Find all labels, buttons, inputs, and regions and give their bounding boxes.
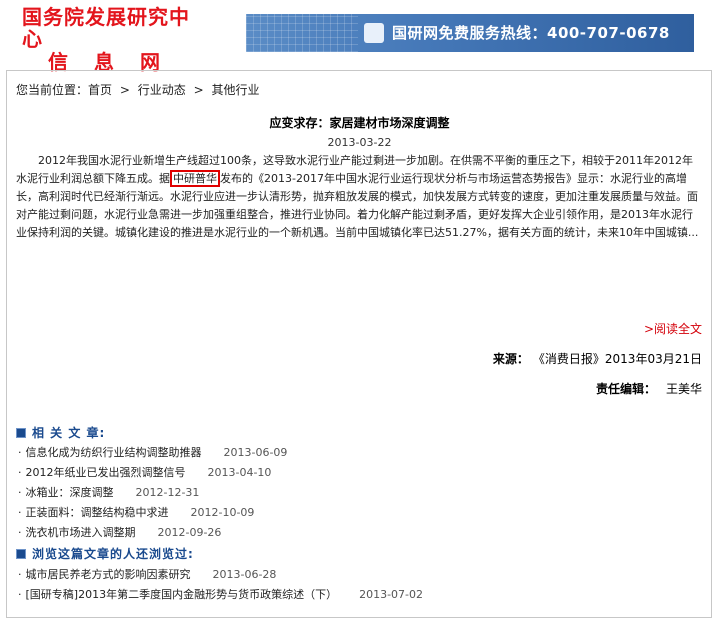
related-link[interactable]: 信息化成为纺织行业结构调整助推器 — [26, 446, 202, 459]
also-viewed-date: 2013-07-02 — [359, 588, 424, 601]
related-date: 2013-04-10 — [207, 466, 272, 479]
hotline-banner[interactable]: 国研网免费服务热线：400-707-0678 — [246, 14, 694, 52]
breadcrumb-home[interactable]: 您当前位置：首页 — [16, 83, 112, 97]
editor-value: 王美华 — [665, 382, 702, 396]
site-header: 国务院发展研究中心 信息网 国研网免费服务热线：400-707-0678 — [0, 0, 719, 74]
breadcrumb-separator: > — [193, 83, 204, 97]
site-logo[interactable]: 国务院发展研究中心 信息网 — [22, 6, 202, 74]
list-item[interactable]: · 信息化成为纺织行业结构调整助推器 2013-06-09 — [18, 444, 287, 460]
list-item[interactable]: · 正装面料：调整结构稳中求进 2012-10-09 — [18, 504, 254, 520]
also-viewed-date: 2013-06-28 — [212, 568, 277, 581]
breadcrumb: 您当前位置：首页 > 行业动态 > 其他行业 — [16, 81, 263, 98]
breadcrumb-separator: > — [119, 83, 130, 97]
breadcrumb-industry-news[interactable]: 行业动态 — [138, 83, 186, 97]
article-title: 应变求存：家居建材市场深度调整 — [269, 116, 450, 130]
banner-grid-decoration — [246, 14, 358, 52]
section-bullet-icon — [16, 427, 26, 438]
list-item[interactable]: · 城市居民养老方式的影响因素研究 2013-06-28 — [18, 566, 276, 582]
article-source: 来源： 《消费日报》2013年03月21日 — [493, 350, 702, 367]
related-date: 2013-06-09 — [223, 446, 288, 459]
source-value: 《消费日报》2013年03月21日 — [538, 352, 702, 366]
article-editor: 责任编辑： 王美华 — [596, 380, 702, 397]
list-item[interactable]: · [国研专稿]2013年第二季度国内金融形势与货币政策综述（下） 2013-07-… — [18, 586, 423, 602]
related-date: 2012-10-09 — [190, 506, 255, 519]
banner-logo-icon — [364, 23, 384, 43]
related-link[interactable]: 2012年纸业已发出强烈调整信号 — [26, 466, 186, 479]
article-body: 2012年我国水泥行业新增生产线超过100条，这导致水泥行业产能过剩进一步加剧。… — [16, 152, 702, 242]
breadcrumb-other-industry[interactable]: 其他行业 — [211, 83, 259, 97]
related-date: 2012-09-26 — [157, 526, 222, 539]
also-viewed-link[interactable]: [国研专稿]2013年第二季度国内金融形势与货币政策综述（下） — [26, 588, 338, 601]
also-viewed-link[interactable]: 城市居民养老方式的影响因素研究 — [26, 568, 191, 581]
read-full-article-link[interactable]: >阅读全文 — [644, 320, 702, 337]
section-bullet-icon — [16, 548, 26, 559]
editor-label: 责任编辑： — [595, 382, 656, 396]
article-date: 2013-03-22 — [327, 136, 392, 149]
list-item[interactable]: · 冰箱业：深度调整 2012-12-31 — [18, 484, 199, 500]
hotline-text: 国研网免费服务热线：400-707-0678 — [392, 24, 670, 42]
also-viewed-heading: 浏览这篇文章的人还浏览过: — [16, 545, 194, 562]
related-link[interactable]: 洗衣机市场进入调整期 — [26, 526, 136, 539]
list-item[interactable]: · 洗衣机市场进入调整期 2012-09-26 — [18, 524, 221, 540]
list-item[interactable]: · 2012年纸业已发出强烈调整信号 2013-04-10 — [18, 464, 271, 480]
related-link[interactable]: 正装面料：调整结构稳中求进 — [26, 506, 169, 519]
logo-line1: 国务院发展研究中心 — [22, 5, 190, 51]
related-articles-heading: 相 关 文 章: — [16, 424, 105, 441]
related-link[interactable]: 冰箱业：深度调整 — [26, 486, 114, 499]
related-date: 2012-12-31 — [135, 486, 200, 499]
source-label: 来源： — [492, 352, 529, 366]
highlighted-keyword[interactable]: 中研普华 — [170, 170, 220, 187]
